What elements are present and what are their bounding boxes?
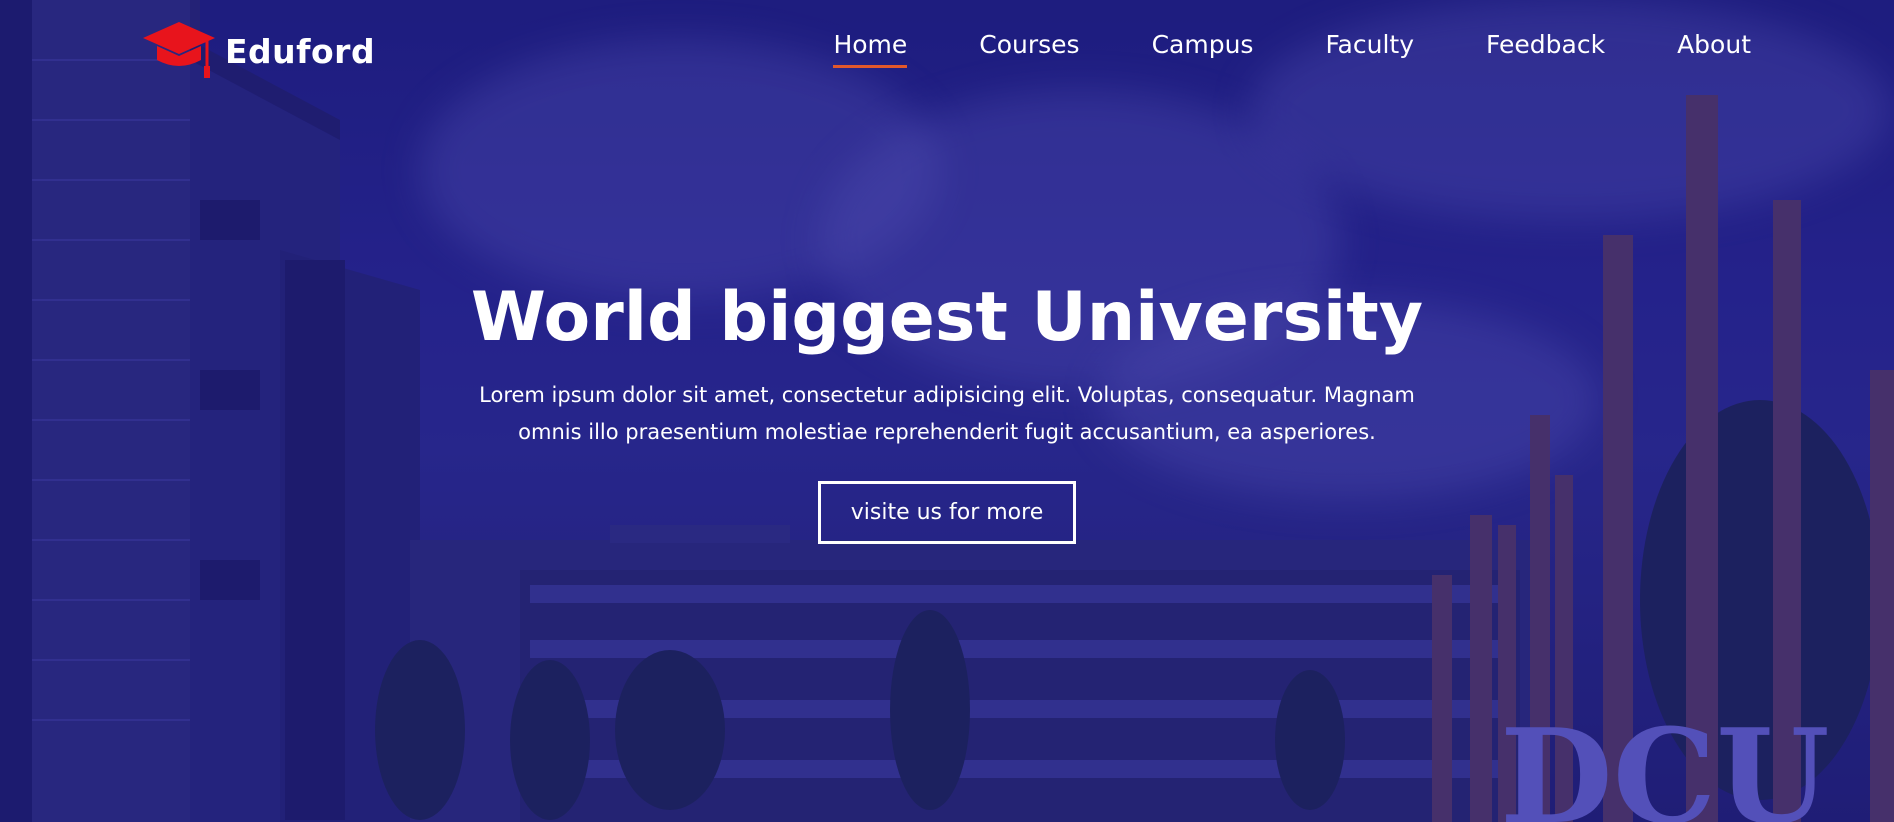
nav-item-campus[interactable]: Campus <box>1152 30 1254 68</box>
hero-title: World biggest University <box>470 278 1424 357</box>
visit-more-button[interactable]: visite us for more <box>817 481 1077 544</box>
logo[interactable]: Eduford <box>143 20 375 82</box>
nav-item-about[interactable]: About <box>1677 30 1751 68</box>
nav-item-home[interactable]: Home <box>833 30 908 68</box>
graduation-cap-icon <box>143 22 215 78</box>
nav-item-courses[interactable]: Courses <box>979 30 1079 68</box>
main-nav: Home Courses Campus Faculty Feedback Abo… <box>833 30 1751 68</box>
brand-name: Eduford <box>225 31 376 71</box>
nav-item-faculty[interactable]: Faculty <box>1325 30 1414 68</box>
hero-content: World biggest University Lorem ipsum dol… <box>0 278 1894 544</box>
nav-item-feedback[interactable]: Feedback <box>1486 30 1605 68</box>
hero-description: Lorem ipsum dolor sit amet, consectetur … <box>479 383 1415 444</box>
